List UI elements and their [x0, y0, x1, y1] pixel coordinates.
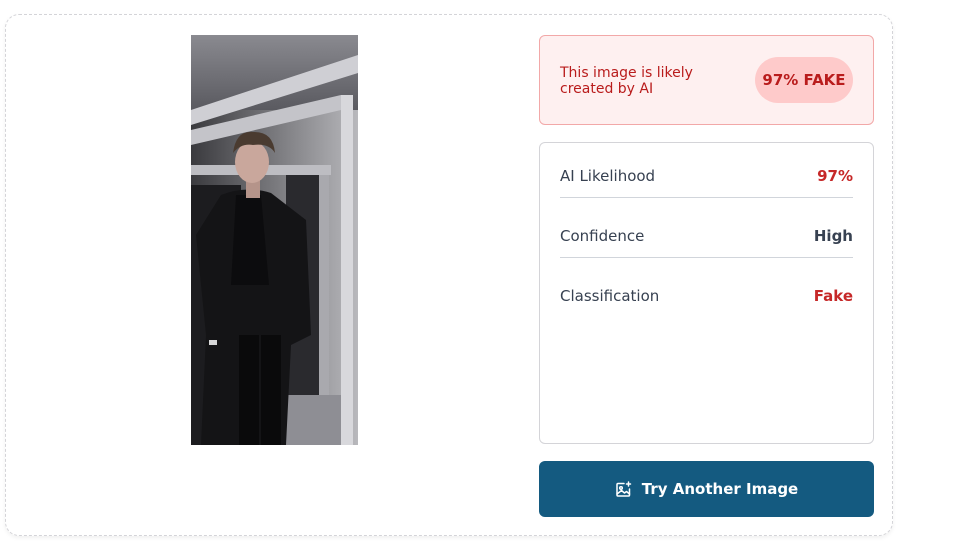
uploaded-photo [191, 35, 358, 445]
image-plus-icon [615, 480, 632, 498]
divider [560, 197, 853, 198]
metrics-panel: AI Likelihood 97% Confidence High Classi… [539, 142, 874, 444]
divider [560, 257, 853, 258]
metric-value: 97% [817, 167, 853, 185]
metric-row-confidence: Confidence High [560, 224, 853, 248]
metric-label: Confidence [560, 227, 645, 245]
try-another-image-label: Try Another Image [641, 480, 799, 498]
ai-detection-alert: This image is likely created by AI 97% F… [539, 35, 874, 125]
metric-row-classification: Classification Fake [560, 284, 853, 308]
metric-value: Fake [813, 287, 853, 305]
try-another-image-button[interactable]: Try Another Image [539, 461, 874, 517]
metric-row-ai-likelihood: AI Likelihood 97% [560, 164, 853, 188]
metric-value: High [813, 227, 853, 245]
fake-score-badge: 97% FAKE [755, 57, 853, 103]
alert-message: This image is likely created by AI [560, 65, 693, 97]
metric-label: AI Likelihood [560, 167, 656, 185]
metric-label: Classification [560, 287, 660, 305]
